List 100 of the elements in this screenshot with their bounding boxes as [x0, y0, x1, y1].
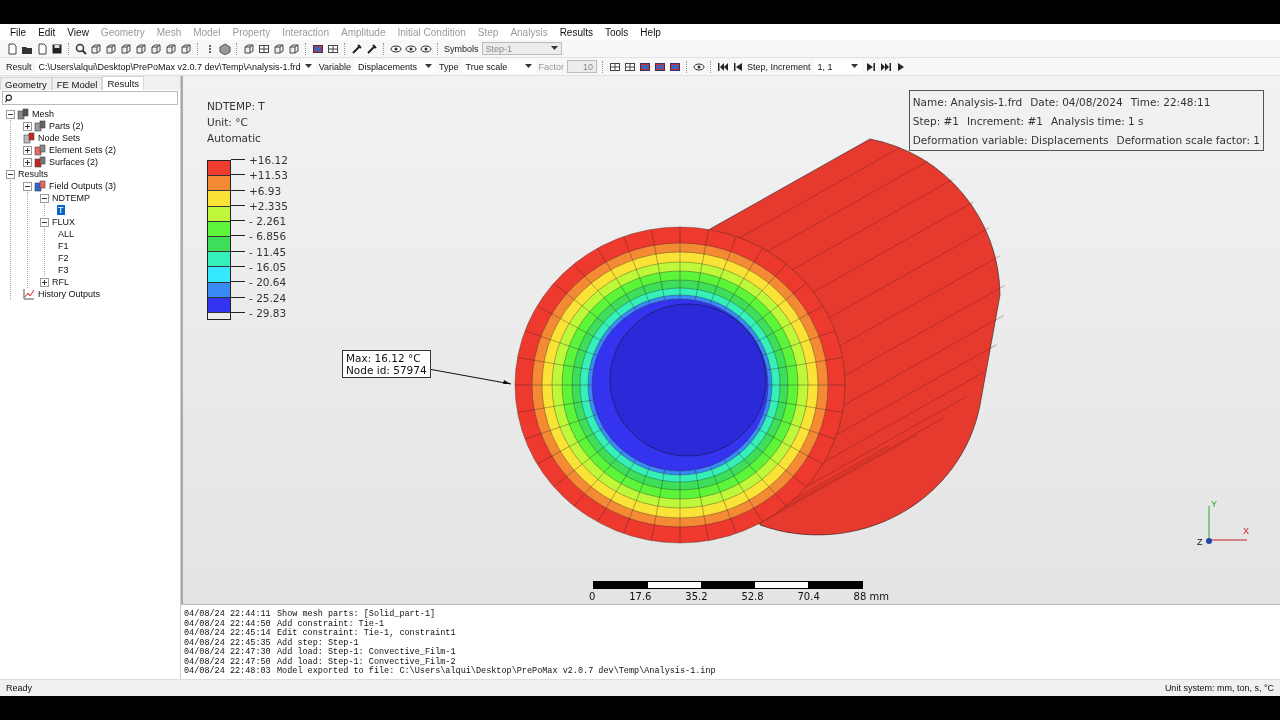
expander-icon[interactable] — [23, 121, 32, 131]
info-text: Date: 04/08/2024 — [1030, 95, 1123, 108]
log-time: 04/08/24 22:47:30 — [184, 647, 272, 657]
tree-item[interactable]: Node Sets — [37, 133, 82, 143]
legend-value: - 11.45 — [231, 243, 288, 260]
step-increment-dropdown[interactable]: 1, 1 — [813, 60, 862, 73]
color-map-icon[interactable] — [639, 60, 651, 73]
tree-item[interactable]: History Outputs — [37, 289, 102, 299]
cube-view-icon[interactable] — [165, 42, 177, 55]
scale-label: 52.8 — [741, 591, 764, 602]
panel-tab[interactable]: FE Model — [51, 77, 103, 90]
tree-item[interactable]: F1 — [57, 241, 70, 251]
panel-tab[interactable]: Geometry — [0, 77, 52, 90]
tree-item[interactable]: Parts (2) — [48, 121, 85, 131]
color-map-icon[interactable] — [312, 42, 324, 55]
expander-icon[interactable] — [40, 217, 49, 227]
save-icon[interactable] — [51, 42, 63, 55]
result-label: Result — [6, 61, 32, 72]
log-time: 04/08/24 22:48:03 — [184, 666, 272, 676]
legend-value: - 20.64 — [231, 274, 288, 290]
result-dropdown[interactable]: C:\Users\alqui\Desktop\PrePoMax v2.0.7 dev\Temp\Analysis-1.frd — [34, 60, 316, 73]
eye-icon[interactable] — [405, 42, 417, 55]
cube-view-icon[interactable] — [105, 42, 117, 55]
menu-item[interactable]: Help — [634, 26, 667, 38]
menu-item[interactable]: Edit — [32, 26, 62, 38]
grid-icon[interactable] — [624, 60, 636, 73]
cube-view-icon[interactable] — [135, 42, 147, 55]
tree-item[interactable]: F3 — [57, 265, 70, 275]
expander-icon[interactable] — [40, 193, 49, 203]
expander-icon[interactable] — [23, 145, 32, 155]
menu-item[interactable]: File — [4, 26, 33, 38]
graph-icon — [23, 288, 35, 300]
cube-view-icon[interactable] — [243, 42, 255, 55]
axis-label: X — [1243, 526, 1249, 536]
panel-tab[interactable]: Results — [102, 76, 145, 90]
legend-value: +6.93 — [231, 182, 288, 198]
log-message: Add step: Step-1 — [277, 637, 359, 647]
eye-icon[interactable] — [420, 42, 432, 55]
menu-item[interactable]: Results — [553, 26, 599, 38]
last-frame-icon[interactable] — [879, 60, 892, 73]
search-field[interactable] — [2, 91, 178, 105]
grid-icon[interactable] — [258, 42, 270, 55]
info-text: Step: #1 — [912, 114, 959, 127]
set-icon — [34, 156, 46, 168]
cube-view-icon[interactable] — [288, 42, 300, 55]
previous-frame-icon[interactable] — [732, 60, 744, 73]
caret-icon — [425, 64, 432, 69]
eye-icon[interactable] — [693, 60, 705, 73]
zoom-icon[interactable] — [75, 42, 87, 55]
tree-item[interactable]: Surfaces (2) — [48, 157, 100, 167]
annotation-text: Node id: 57974 — [346, 364, 427, 376]
menu-item[interactable]: Tools — [599, 26, 635, 38]
expander-icon[interactable] — [23, 181, 32, 191]
set-icon — [17, 108, 29, 120]
scale-label: 70.4 — [797, 591, 820, 602]
cube-view-icon[interactable] — [180, 42, 192, 55]
next-frame-icon[interactable] — [864, 60, 877, 73]
solid-cube-icon[interactable] — [219, 42, 231, 55]
pick-arrow-icon[interactable] — [351, 42, 363, 55]
set-icon — [34, 120, 46, 132]
cube-view-icon[interactable] — [150, 42, 162, 55]
info-text: Deformation scale factor: 1 — [1116, 133, 1260, 146]
variable-dropdown[interactable]: Displacements — [354, 60, 436, 73]
first-frame-icon[interactable] — [717, 60, 729, 73]
log-message: Show mesh parts: [Solid_part-1] — [277, 609, 436, 619]
pick-arrow-icon[interactable] — [366, 42, 378, 55]
tree-item[interactable]: FLUX — [51, 217, 76, 227]
tree-item[interactable]: NDTEMP — [51, 193, 91, 203]
grid-icon[interactable] — [327, 42, 339, 55]
cube-view-icon[interactable] — [273, 42, 285, 55]
expander-icon[interactable] — [6, 109, 15, 119]
tree-item[interactable]: Element Sets (2) — [48, 145, 118, 155]
expander-icon[interactable] — [6, 169, 15, 179]
cube-view-icon[interactable] — [120, 42, 132, 55]
factor-label: Factor — [538, 61, 564, 72]
type-dropdown[interactable]: True scale — [461, 60, 536, 73]
expander-icon[interactable] — [23, 157, 32, 167]
legend-value: - 25.24 — [231, 289, 288, 305]
color-map-icon[interactable] — [669, 60, 681, 73]
tree-item[interactable]: T — [57, 205, 65, 215]
legend-mode: Automatic — [207, 131, 262, 146]
grid-icon[interactable] — [609, 60, 621, 73]
color-map-icon[interactable] — [654, 60, 666, 73]
tree-item[interactable]: Field Outputs (3) — [48, 181, 118, 191]
menu-item[interactable]: View — [61, 26, 95, 38]
tree-item[interactable]: ALL — [57, 229, 75, 239]
eye-icon[interactable] — [390, 42, 402, 55]
caret-icon — [524, 64, 532, 69]
tree-item[interactable]: F2 — [57, 253, 70, 263]
tree-item[interactable]: Mesh — [31, 109, 55, 119]
tree-item[interactable]: Results — [17, 169, 49, 179]
cube-view-icon[interactable] — [90, 42, 102, 55]
log-time: 04/08/24 22:45:14 — [184, 628, 272, 638]
new-file-icon[interactable] — [6, 42, 18, 55]
legend-title: NDTEMP: T — [207, 99, 266, 114]
new-file-icon[interactable] — [36, 42, 48, 55]
tree-item[interactable]: RFL — [51, 277, 70, 287]
expander-icon[interactable] — [40, 277, 49, 287]
type-label: Type — [439, 61, 459, 72]
legend-value: +16.12 — [231, 152, 288, 168]
